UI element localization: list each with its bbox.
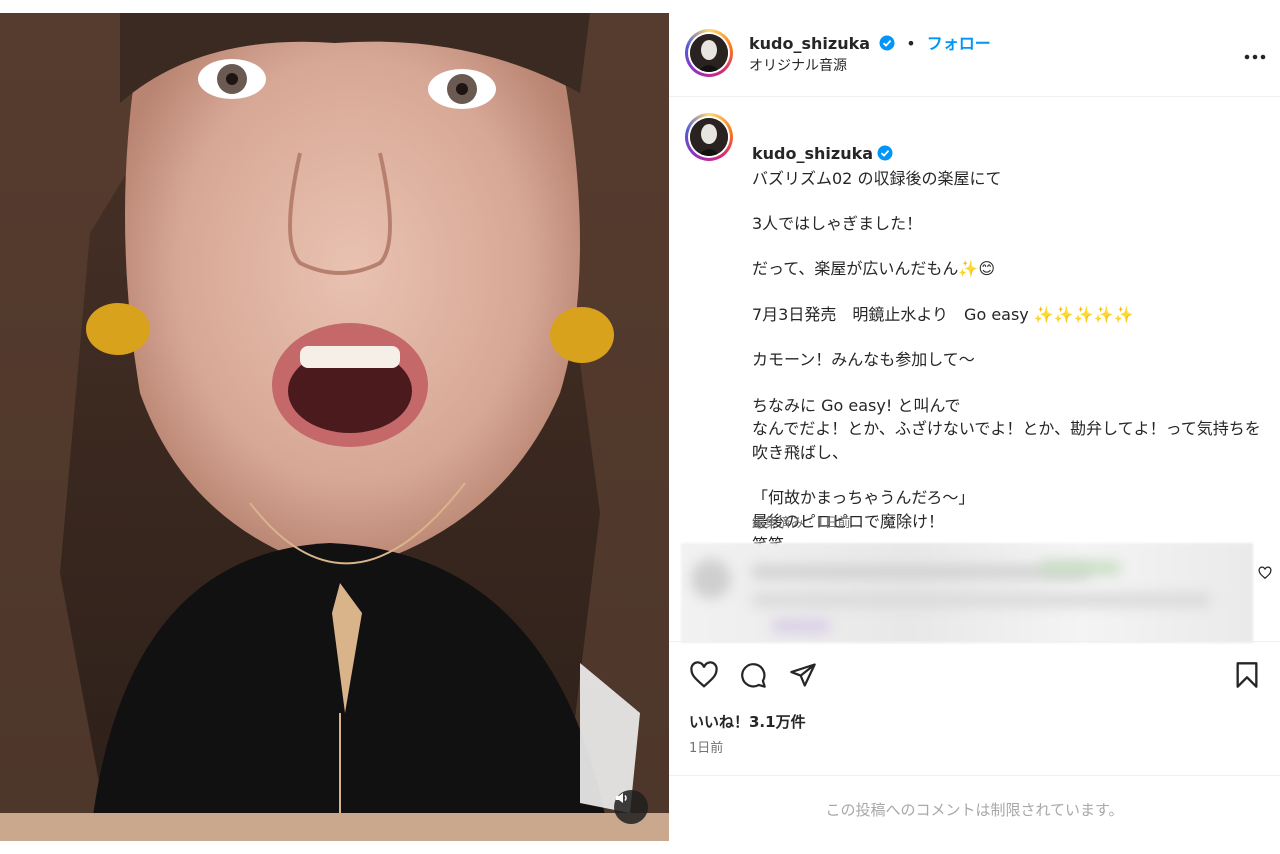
separator-dot: • — [906, 34, 916, 53]
caption-line: だって、楽屋が広いんだもん✨😊 — [752, 259, 996, 278]
caption-line: 3人ではしゃぎました！ — [752, 213, 923, 233]
heart-icon[interactable] — [689, 661, 719, 693]
paper-plane-icon[interactable] — [789, 661, 817, 693]
audio-link[interactable]: オリジナル音源 — [749, 55, 847, 75]
comments-restricted-notice: この投稿へのコメントは制限されています。 — [669, 775, 1280, 842]
caption-meta: 編集済み · 1日前 — [752, 516, 851, 531]
caption-title: バズリズム02 の収録後の楽屋にて — [752, 169, 1002, 188]
username-link[interactable]: kudo_shizuka — [749, 34, 870, 53]
post-video[interactable] — [0, 13, 669, 841]
post-age: 1日前 — [689, 741, 724, 756]
blurred-comment — [681, 543, 1253, 643]
video-frame — [0, 13, 669, 841]
sound-toggle-button[interactable] — [614, 790, 648, 824]
more-options-icon[interactable] — [1244, 41, 1266, 66]
post-header: kudo_shizuka • フォロー オリジナル音源 — [669, 13, 1280, 97]
post-side-panel: kudo_shizuka • フォロー オリジナル音源 kudo_shizuka… — [669, 13, 1280, 841]
caption-text: kudo_shizuka バズリズム02 の収録後の楽屋にて 3人ではしゃぎまし… — [752, 118, 1262, 557]
avatar[interactable] — [685, 29, 733, 77]
caption-line: ちなみに Go easy! と叫んで なんでだよ！とか、ふざけないでよ！とか、勘… — [752, 395, 1261, 462]
caption-line: 7月3日発売 明鏡止水より Go easy ✨✨✨✨✨ — [752, 304, 1134, 324]
like-count[interactable]: いいね！3.1万件 — [689, 711, 806, 732]
caption-avatar[interactable] — [685, 113, 733, 161]
caption-line: カモーン！みんなも参加して〜 — [752, 350, 975, 369]
verified-badge-icon — [879, 35, 895, 55]
caption-username-link[interactable]: kudo_shizuka — [752, 144, 873, 163]
comment-bubble-icon[interactable] — [739, 661, 767, 693]
follow-button[interactable]: フォロー — [927, 34, 991, 53]
bookmark-icon[interactable] — [1234, 661, 1260, 693]
comment-like-heart-icon[interactable] — [1258, 565, 1272, 584]
caption-section: kudo_shizuka バズリズム02 の収録後の楽屋にて 3人ではしゃぎまし… — [669, 97, 1280, 554]
verified-badge-icon — [877, 144, 893, 168]
